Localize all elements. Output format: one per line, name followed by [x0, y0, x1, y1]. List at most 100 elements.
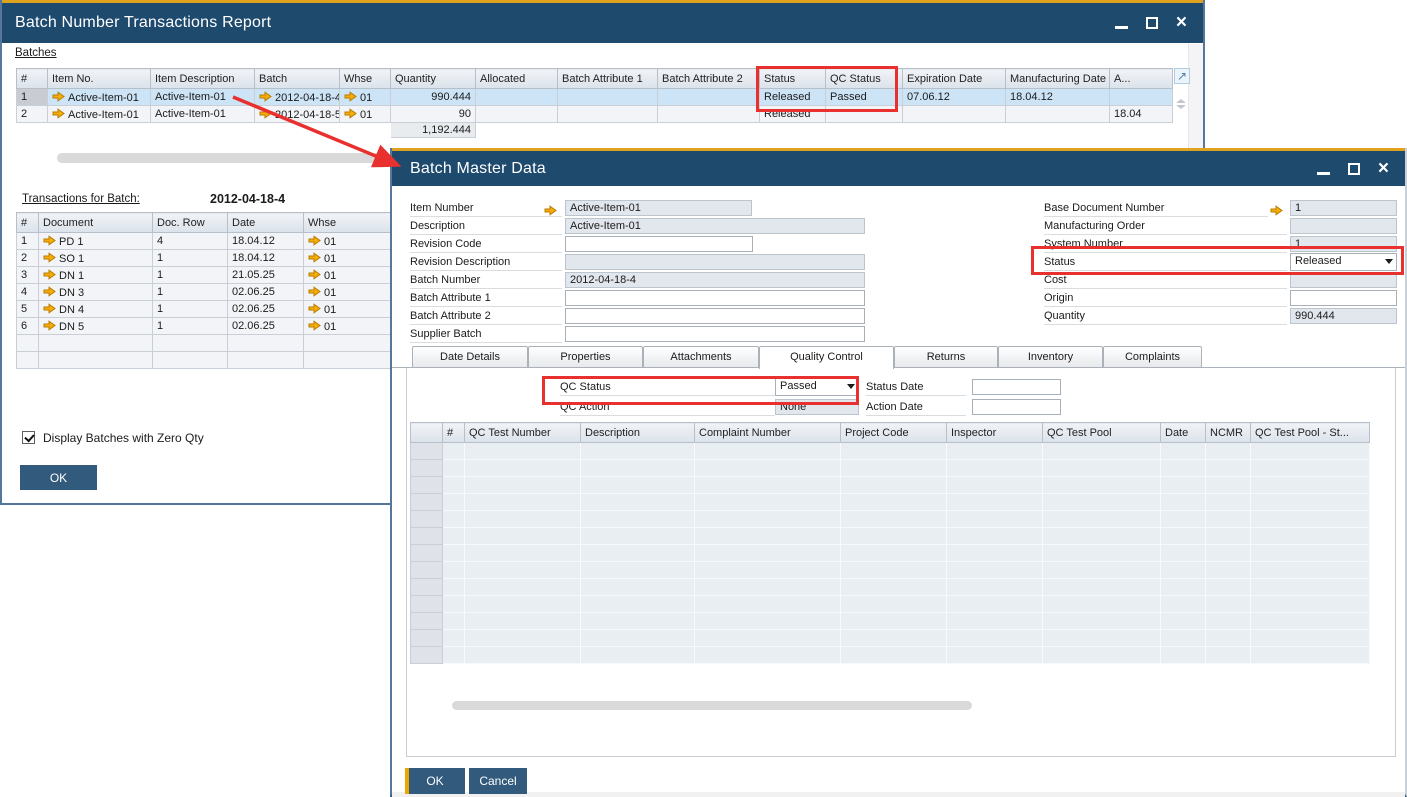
batch-attribute-1-field[interactable] — [565, 290, 865, 306]
link-arrow-icon[interactable] — [308, 320, 321, 331]
default-button-accent — [405, 768, 409, 794]
qc-empty-row[interactable] — [411, 545, 1370, 562]
link-arrow-icon[interactable] — [43, 252, 56, 263]
tab-complaints[interactable]: Complaints — [1103, 346, 1202, 367]
batches-table[interactable]: # Item No. Item Description Batch Whse Q… — [16, 68, 1173, 138]
origin-field[interactable] — [1290, 290, 1397, 306]
action-date-label: Action Date — [866, 399, 966, 416]
qc-empty-row[interactable] — [411, 494, 1370, 511]
qc-status-label: QC Status — [560, 379, 775, 396]
batches-row-2[interactable]: 2 Active-Item-01 Active-Item-01 2012-04-… — [17, 106, 1173, 123]
link-arrow-icon[interactable] — [308, 252, 321, 263]
field-label: Revision Code — [410, 236, 562, 253]
form-settings-icon[interactable] — [1176, 99, 1186, 109]
close-icon[interactable]: × — [1378, 162, 1389, 176]
tab-attachments[interactable]: Attachments — [643, 346, 759, 367]
action-date-field[interactable] — [972, 399, 1061, 415]
qc-empty-row[interactable] — [411, 630, 1370, 647]
qc-empty-row[interactable] — [411, 647, 1370, 664]
cost-field — [1290, 272, 1397, 288]
field-label: Manufacturing Order — [1044, 218, 1287, 235]
link-arrow-icon[interactable] — [544, 203, 557, 214]
qc-empty-row[interactable] — [411, 596, 1370, 613]
quantity-field: 990.444 — [1290, 308, 1397, 324]
status-date-label: Status Date — [866, 379, 966, 396]
zero-qty-checkbox[interactable] — [22, 431, 35, 444]
link-arrow-icon[interactable] — [1270, 203, 1283, 214]
report-titlebar: Batch Number Transactions Report × — [2, 3, 1203, 43]
window-controls: × — [1115, 16, 1187, 30]
batches-header-row: # Item No. Item Description Batch Whse Q… — [17, 69, 1173, 89]
minimize-icon[interactable] — [1115, 26, 1128, 29]
field-label: Origin — [1044, 290, 1287, 307]
link-arrow-icon[interactable] — [259, 91, 272, 102]
link-arrow-icon[interactable] — [308, 303, 321, 314]
close-icon[interactable]: × — [1176, 16, 1187, 30]
tab-inventory[interactable]: Inventory — [998, 346, 1103, 367]
qc-empty-row[interactable] — [411, 562, 1370, 579]
link-arrow-icon[interactable] — [52, 108, 65, 119]
revision-code-field[interactable] — [565, 236, 753, 252]
link-arrow-icon[interactable] — [43, 303, 56, 314]
tab-date-details[interactable]: Date Details — [412, 346, 528, 367]
bmd-window-title: Batch Master Data — [392, 160, 546, 178]
field-label: Batch Attribute 2 — [410, 308, 562, 325]
status-cell: Released — [760, 89, 826, 106]
link-arrow-icon[interactable] — [344, 91, 357, 102]
maximize-icon[interactable] — [1146, 17, 1158, 29]
supplier-batch-field[interactable] — [565, 326, 865, 342]
link-arrow-icon[interactable] — [43, 286, 56, 297]
batch-master-data-window: Batch Master Data × Item Number Active-I… — [390, 148, 1407, 797]
link-arrow-icon[interactable] — [259, 108, 272, 119]
tab-returns[interactable]: Returns — [894, 346, 998, 367]
system-number-field: 1 — [1290, 236, 1397, 252]
window-controls: × — [1317, 162, 1389, 176]
link-arrow-icon[interactable] — [52, 91, 65, 102]
qc-empty-row[interactable] — [411, 511, 1370, 528]
maximize-icon[interactable] — [1348, 163, 1360, 175]
batches-total-row: 1,192.444 — [17, 123, 1173, 138]
qc-empty-row[interactable] — [411, 579, 1370, 596]
qc-status-cell — [826, 106, 903, 123]
qc-tests-table[interactable]: # QC Test Number Description Complaint N… — [410, 422, 1370, 664]
field-label: Quantity — [1044, 308, 1287, 325]
transactions-batch-number: 2012-04-18-4 — [210, 192, 285, 206]
expand-table-icon[interactable]: ↗ — [1174, 68, 1190, 84]
qc-status-cell: Passed — [826, 89, 903, 106]
tab-quality-control[interactable]: Quality Control — [759, 346, 894, 369]
tab-properties[interactable]: Properties — [528, 346, 643, 367]
qc-empty-row[interactable] — [411, 443, 1370, 460]
window-bottom-strip — [392, 792, 1405, 797]
link-arrow-icon[interactable] — [308, 269, 321, 280]
horizontal-scrollbar-thumb[interactable] — [452, 701, 972, 710]
horizontal-scrollbar-thumb[interactable] — [57, 153, 382, 163]
qc-empty-row[interactable] — [411, 477, 1370, 494]
transactions-section-label: Transactions for Batch: — [22, 193, 140, 205]
minimize-icon[interactable] — [1317, 172, 1330, 175]
batches-row-1[interactable]: 1 Active-Item-01 Active-Item-01 2012-04-… — [17, 89, 1173, 106]
link-arrow-icon[interactable] — [43, 320, 56, 331]
status-date-field[interactable] — [972, 379, 1061, 395]
link-arrow-icon[interactable] — [308, 235, 321, 246]
report-window-title: Batch Number Transactions Report — [2, 14, 271, 32]
link-arrow-icon[interactable] — [344, 108, 357, 119]
field-label: Cost — [1044, 272, 1287, 289]
link-arrow-icon[interactable] — [308, 286, 321, 297]
report-ok-button[interactable]: OK — [20, 465, 97, 490]
qc-empty-row[interactable] — [411, 528, 1370, 545]
qc-empty-row[interactable] — [411, 460, 1370, 477]
status-dropdown[interactable]: Released — [1290, 253, 1397, 271]
qc-empty-row[interactable] — [411, 613, 1370, 630]
bmd-ok-button[interactable]: OK — [405, 768, 465, 794]
tab-baseline — [392, 367, 1405, 368]
field-label: Batch Number — [410, 272, 562, 289]
bmd-cancel-button[interactable]: Cancel — [469, 768, 527, 794]
batches-section-label: Batches — [15, 47, 57, 59]
link-arrow-icon[interactable] — [43, 269, 56, 280]
chevron-down-icon — [1385, 259, 1393, 268]
revision-description-field — [565, 254, 865, 270]
batch-attribute-2-field[interactable] — [565, 308, 865, 324]
link-arrow-icon[interactable] — [43, 235, 56, 246]
qc-status-dropdown[interactable]: Passed — [775, 378, 859, 396]
chevron-down-icon — [847, 384, 855, 393]
